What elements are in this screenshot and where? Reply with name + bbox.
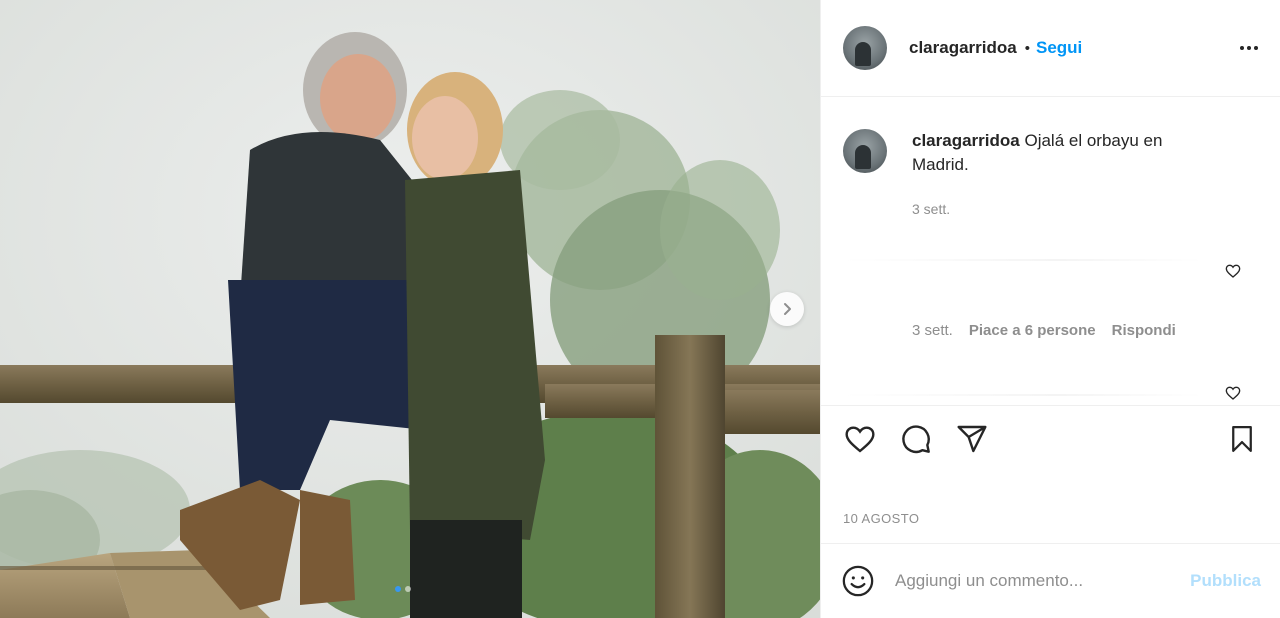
post-photo[interactable] xyxy=(0,0,820,618)
more-options-button[interactable] xyxy=(1240,40,1258,56)
caption-text: claragarridoa Ojalá el orbayu en Madrid. xyxy=(912,129,1212,177)
hidden-comment xyxy=(843,394,1203,396)
like-button[interactable] xyxy=(843,422,877,456)
caption: claragarridoa Ojalá el orbayu en Madrid. xyxy=(843,129,1212,177)
action-bar xyxy=(821,405,1280,471)
avatar[interactable] xyxy=(843,26,887,70)
next-photo-button[interactable] xyxy=(770,292,804,326)
follow-separator: • xyxy=(1024,39,1030,57)
smiley-icon xyxy=(842,565,874,597)
carousel-indicator xyxy=(395,586,411,592)
comment-like-heart-icon[interactable] xyxy=(1225,385,1241,401)
header-username[interactable]: claragarridoa xyxy=(909,38,1017,58)
more-horizontal-icon xyxy=(1240,46,1244,50)
carousel-dot-active xyxy=(395,586,401,592)
comment-time: 3 sett. xyxy=(912,322,953,339)
add-comment-bar: Pubblica xyxy=(821,543,1280,618)
hidden-comment xyxy=(843,259,1203,261)
share-button[interactable] xyxy=(955,422,989,456)
comment-meta-row: 3 sett. Piace a 6 persone Rispondi xyxy=(912,322,1176,339)
comment-like-heart-icon[interactable] xyxy=(1225,263,1241,279)
comments-section[interactable]: claragarridoa Ojalá el orbayu en Madrid.… xyxy=(821,97,1280,405)
heart-icon xyxy=(845,425,875,453)
post-date[interactable]: 10 AGOSTO xyxy=(843,511,919,526)
comment-button[interactable] xyxy=(899,422,933,456)
comment-input[interactable] xyxy=(895,571,1191,591)
photo-scene xyxy=(0,0,820,618)
carousel-dot xyxy=(405,586,411,592)
caption-time[interactable]: 3 sett. xyxy=(912,201,950,217)
caption-avatar[interactable] xyxy=(843,129,887,173)
post-header: claragarridoa • Segui xyxy=(821,0,1280,97)
post-side-panel: claragarridoa • Segui claragarridoa Ojal… xyxy=(820,0,1280,618)
save-button[interactable] xyxy=(1225,422,1259,456)
caption-username[interactable]: claragarridoa xyxy=(912,131,1020,150)
publish-button[interactable]: Pubblica xyxy=(1190,571,1261,591)
emoji-button[interactable] xyxy=(841,564,875,598)
reply-button[interactable]: Rispondi xyxy=(1112,322,1176,339)
comment-icon xyxy=(902,424,930,453)
instagram-post: claragarridoa • Segui claragarridoa Ojal… xyxy=(0,0,1280,618)
follow-button[interactable]: Segui xyxy=(1036,38,1082,58)
paper-plane-icon xyxy=(957,425,987,452)
bookmark-icon xyxy=(1232,425,1252,452)
comment-likes-link[interactable]: Piace a 6 persone xyxy=(969,322,1096,339)
chevron-right-icon xyxy=(784,303,791,315)
